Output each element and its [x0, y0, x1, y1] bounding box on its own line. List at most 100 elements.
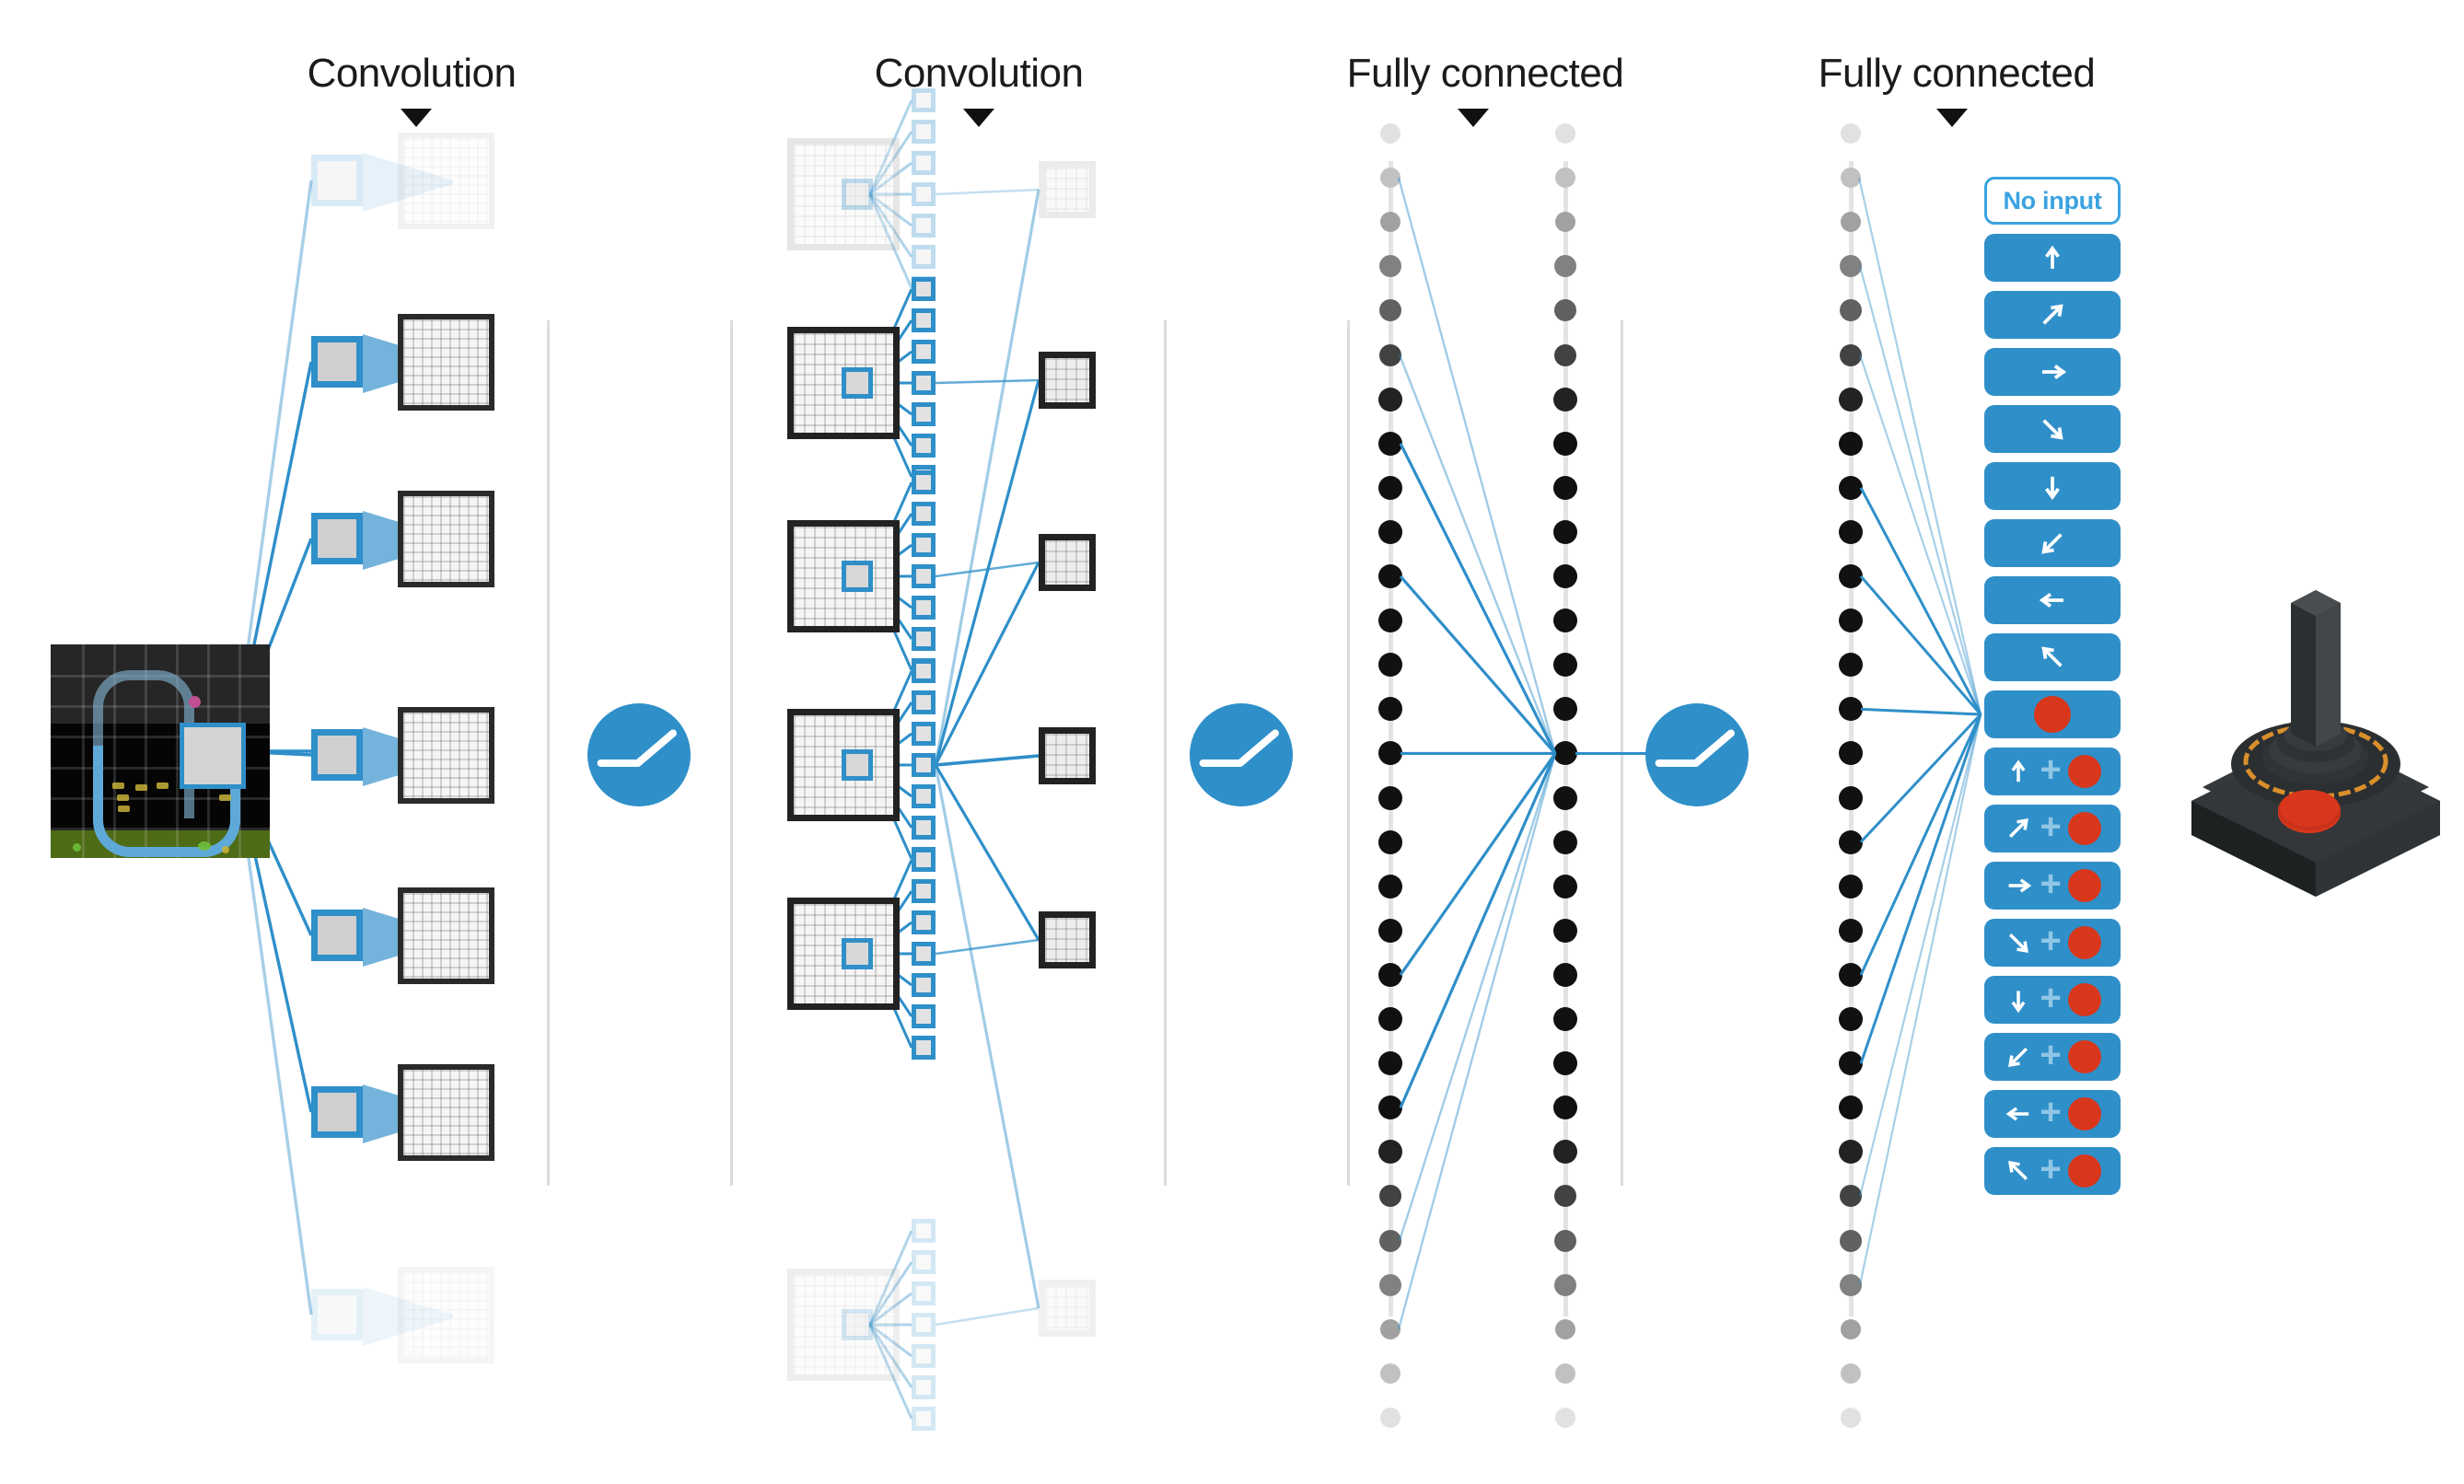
- action-button-down-right-fire[interactable]: +: [1984, 919, 2121, 967]
- conv2-kernel-slot-3-4: [912, 784, 936, 808]
- section-separator-0: [547, 320, 550, 1186]
- fc1-column-b-node-1: [1555, 168, 1575, 189]
- action-label: No input: [2003, 186, 2102, 214]
- fc1-column-b-node-20: [1553, 1007, 1577, 1032]
- action-button-left-fire[interactable]: +: [1984, 1090, 2121, 1138]
- fc1-column-a-node-12: [1378, 653, 1402, 678]
- action-button-fire[interactable]: [1984, 690, 2121, 738]
- connection-line: [935, 754, 1040, 767]
- conv1-patch-5: [311, 1086, 363, 1138]
- feature-map-grid: [403, 713, 489, 798]
- output-map-grid: [1045, 540, 1089, 585]
- fc2-column-node-14: [1839, 741, 1863, 766]
- plus-sign: +: [2040, 921, 2062, 961]
- fc2-column-node-0: [1841, 123, 1861, 144]
- connection-line: [1858, 354, 1982, 715]
- fish-1: [135, 784, 147, 791]
- fc1-column-b-node-23: [1553, 1140, 1577, 1165]
- action-button-down-right[interactable]: [1984, 405, 2121, 453]
- fc1-column-a-node-11: [1378, 609, 1402, 633]
- fc1-column-a-node-21: [1378, 1051, 1402, 1076]
- connection-line: [935, 561, 1040, 578]
- action-button-left[interactable]: [1984, 576, 2121, 624]
- plus-sign: +: [2040, 864, 2062, 904]
- fc1-column-b-node-17: [1553, 874, 1577, 899]
- output-map-grid: [1045, 358, 1089, 402]
- section-separator-3: [1347, 320, 1350, 1186]
- action-button-up[interactable]: [1984, 234, 2121, 282]
- feature-map-grid: [403, 1272, 489, 1358]
- action-button-no-input[interactable]: No input: [1984, 177, 2121, 225]
- arrow-down-left-icon: [2041, 533, 2063, 554]
- fc1-column-b-node-7: [1553, 431, 1577, 456]
- fc1-column-a-node-17: [1378, 874, 1402, 899]
- fc2-column-node-26: [1840, 1273, 1862, 1296]
- action-button-down-left[interactable]: [1984, 519, 2121, 567]
- arrow-left-icon: [2039, 593, 2063, 608]
- conv1-patch-4: [311, 910, 363, 961]
- fc1-column-b-node-19: [1553, 962, 1577, 987]
- conv2-kernel-slot-5-0: [912, 1219, 936, 1243]
- action-button-up-left[interactable]: [1984, 633, 2121, 681]
- arrow-up-icon: [2011, 759, 2026, 783]
- fc1-column-a-node-23: [1378, 1140, 1402, 1165]
- arrow-up-right-icon: [2009, 818, 2029, 839]
- connection-line: [935, 188, 1040, 196]
- connection-line: [934, 764, 1040, 941]
- action-button-up-fire[interactable]: +: [1984, 748, 2121, 795]
- action-button-up-right[interactable]: [1984, 291, 2121, 339]
- relu-glyph: [597, 729, 677, 767]
- fc1-column-a-node-13: [1378, 697, 1402, 722]
- action-button-right-fire[interactable]: +: [1984, 862, 2121, 910]
- conv2-kernel-slot-1-5: [912, 434, 936, 458]
- fc2-column-node-8: [1839, 475, 1863, 500]
- plus-sign: +: [2040, 749, 2062, 790]
- seaweed-2: [198, 841, 211, 851]
- action-button-down-left-fire[interactable]: +: [1984, 1033, 2121, 1081]
- connection-line: [935, 378, 1040, 385]
- plus-sign: +: [2040, 806, 2062, 847]
- conv2-output-map-1: [1039, 352, 1096, 409]
- fish-3: [117, 794, 129, 801]
- conv2-kernel-slot-2-2: [912, 533, 936, 557]
- action-button-up-right-fire[interactable]: +: [1984, 805, 2121, 852]
- relu-2: [1190, 703, 1293, 806]
- action-button-down[interactable]: [1984, 462, 2121, 510]
- conv1-feature-map-3: [398, 707, 494, 804]
- connection-line: [934, 764, 1040, 1309]
- connection-line: [1399, 574, 1557, 755]
- conv2-kernel-slot-4-3: [912, 942, 936, 966]
- fc1-column-a-node-6: [1378, 387, 1402, 412]
- arrow-down-right-icon: [2042, 419, 2063, 440]
- conv2-kernel-slot-5-2: [912, 1281, 936, 1305]
- connection-line: [1859, 575, 1982, 715]
- fc1-column-a-node-28: [1380, 1362, 1401, 1384]
- fc1-column-b-node-9: [1553, 519, 1577, 544]
- fc1-column-b-node-27: [1555, 1318, 1575, 1339]
- action-button-up-left-fire[interactable]: +: [1984, 1147, 2121, 1195]
- fc1-column-a-node-5: [1379, 343, 1401, 366]
- fc1-column-a-node-2: [1380, 212, 1401, 233]
- fish-4: [118, 806, 130, 812]
- action-button-down-fire[interactable]: +: [1984, 976, 2121, 1024]
- conv2-kernel-slot-4-5: [912, 1004, 936, 1028]
- conv2-kernel-slot-1-1: [912, 308, 936, 332]
- connection-line: [1398, 354, 1557, 754]
- conv2-kernel-slot-1-2: [912, 340, 936, 364]
- fc2-column-node-12: [1839, 653, 1863, 678]
- conv2-highlight-cell-1: [841, 367, 873, 399]
- fc1-column-a-node-14: [1378, 741, 1402, 766]
- joystick-illustration: [2191, 590, 2440, 897]
- fire-button-icon: [2067, 869, 2101, 902]
- fc1-column-b-node-4: [1554, 299, 1576, 322]
- fc1-column-b-node-28: [1555, 1362, 1575, 1384]
- conv1-feature-map-0: [398, 133, 494, 229]
- feature-map-grid: [403, 893, 489, 979]
- connection-line: [934, 189, 1040, 766]
- relu-glyph: [1655, 729, 1735, 767]
- connection-line: [1397, 177, 1557, 754]
- action-button-right[interactable]: [1984, 348, 2121, 396]
- connection-line: [1858, 266, 1982, 715]
- output-map-grid: [1045, 918, 1089, 962]
- conv2-kernel-slot-5-6: [912, 1407, 936, 1431]
